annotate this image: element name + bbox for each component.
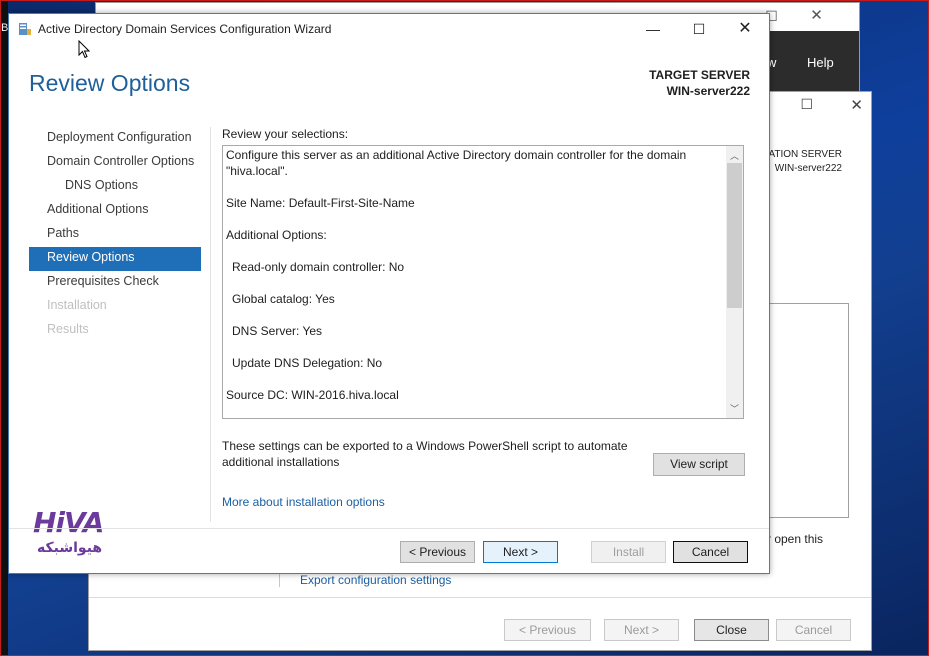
review-line: Site Name: Default-First-Site-Name [226,196,415,210]
nav-item-dns-options[interactable]: DNS Options [29,175,201,199]
cancel-button[interactable]: Cancel [673,541,748,563]
nav-item-paths[interactable]: Paths [29,223,201,247]
export-description: These settings can be exported to a Wind… [222,439,628,469]
review-selections-box[interactable]: Configure this server as an additional A… [222,145,744,419]
view-script-button[interactable]: View script [653,453,745,476]
minimize-icon[interactable]: — [630,14,676,44]
bg-close-button[interactable]: Close [694,619,769,641]
logo-latin-text: HiVA [33,506,104,539]
vertical-scrollbar[interactable]: ︿ ﹀ [726,146,743,418]
review-label: Review your selections: [222,127,349,141]
close-icon[interactable]: ✕ [722,14,768,44]
bg-next-button[interactable]: Next > [604,619,679,641]
mouse-cursor-icon [78,40,90,59]
close-icon[interactable]: ✕ [850,96,863,114]
server-manager-menubar: w Help [767,31,859,97]
background-content-box [769,303,849,518]
logo-persian-text: هیواشبکه [37,540,103,556]
review-line: Read-only domain controller: No [232,260,405,274]
nav-item-review-options[interactable]: Review Options [29,247,201,271]
nav-item-deployment-configuration[interactable]: Deployment Configuration [29,127,201,151]
target-server-name: WIN-server222 [666,84,750,98]
target-server-label: TARGET SERVER [649,68,750,82]
taskbar-stub: B [0,0,8,656]
bg-previous-button[interactable]: < Previous [504,619,591,641]
review-line: DNS Server: Yes [232,324,323,338]
review-line: Update DNS Delegation: No [232,356,383,370]
ad-ds-configuration-wizard: Active Directory Domain Services Configu… [8,13,770,574]
scroll-thumb[interactable] [727,163,742,308]
title-bar: Active Directory Domain Services Configu… [9,14,769,44]
nav-item-prerequisites-check[interactable]: Prerequisites Check [29,271,201,295]
install-button: Install [591,541,666,563]
page-title: Review Options [29,70,191,96]
review-content: Configure this server as an additional A… [226,147,721,418]
nav-item-additional-options[interactable]: Additional Options [29,199,201,223]
maximize-icon[interactable]: ☐ [676,14,722,44]
scroll-down-icon[interactable]: ﹀ [730,402,739,415]
hiva-logo: HiVA هیواشبکه [31,506,111,566]
review-line: Source DC: WIN-2016.hiva.local [226,388,399,402]
nav-item-installation: Installation [47,298,107,312]
close-icon[interactable]: ✕ [794,3,839,31]
divider [9,528,769,529]
export-configuration-link[interactable]: Export configuration settings [300,573,451,587]
divider [89,597,871,598]
nav-item-results: Results [47,322,89,336]
review-line: Global catalog: Yes [232,292,335,306]
server-icon [19,23,31,35]
nav-item-domain-controller-options[interactable]: Domain Controller Options [29,151,201,175]
divider [210,127,211,522]
more-about-installation-link[interactable]: More about installation options [222,495,385,509]
bg-cancel-button[interactable]: Cancel [776,619,851,641]
next-button[interactable]: Next > [483,541,558,563]
previous-button[interactable]: < Previous [400,541,475,563]
wizard-nav: Deployment Configuration Domain Controll… [29,127,201,343]
maximize-icon[interactable]: ☐ [800,96,813,113]
review-line: Configure this server as an additional A… [226,148,687,178]
window-title: Active Directory Domain Services Configu… [38,22,332,36]
help-menu[interactable]: Help [807,55,834,70]
review-line: Additional Options: [226,228,327,242]
background-open-text: r open this [767,532,824,546]
scroll-up-icon[interactable]: ︿ [730,149,739,162]
